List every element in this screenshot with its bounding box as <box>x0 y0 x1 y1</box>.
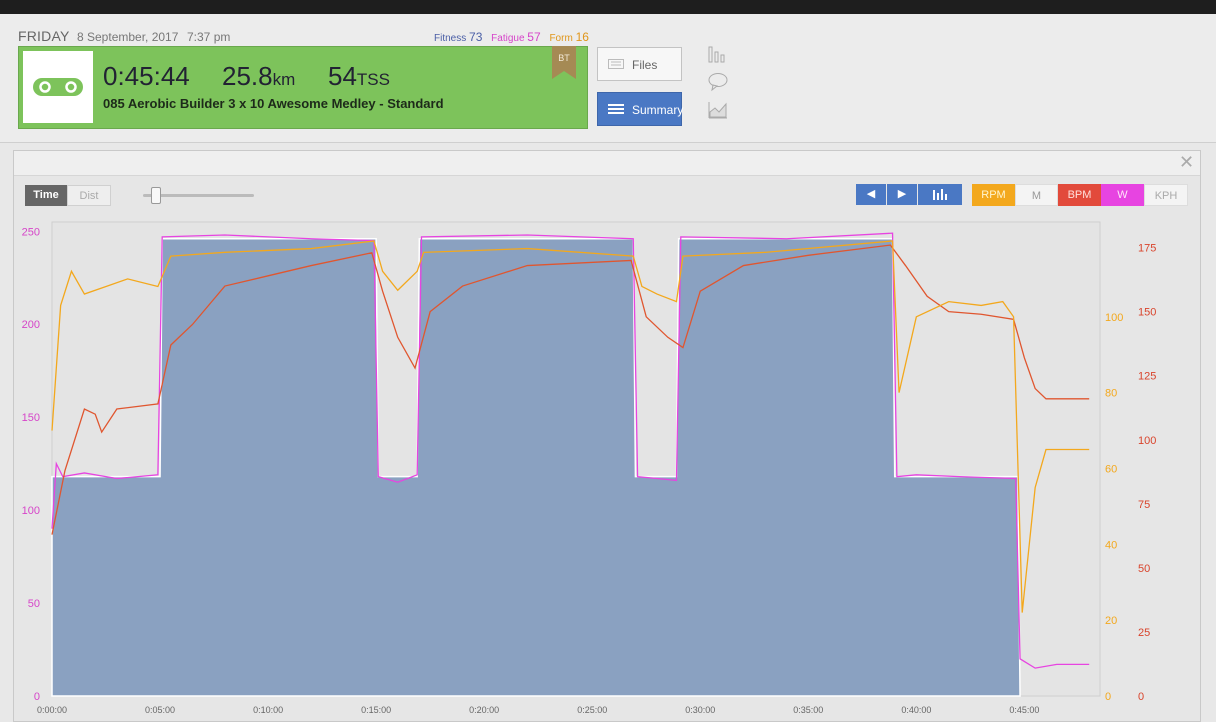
y-left-tick-label: 250 <box>22 226 40 238</box>
x-tick-label: 0:30:00 <box>685 705 715 715</box>
y-left-tick-label: 50 <box>28 598 40 610</box>
y-right-bpm-tick-label: 175 <box>1138 243 1156 255</box>
workout-chart[interactable]: 0:00:00 0:05:00 0:10:00 0:15:00 0:20:00 0:25:… <box>0 0 1216 716</box>
x-tick-label: 0:35:00 <box>793 705 823 715</box>
x-tick-label: 0:05:00 <box>145 705 175 715</box>
x-tick-label: 0:40:00 <box>901 705 931 715</box>
x-tick-label: 0:15:00 <box>361 705 391 715</box>
y-right-rpm-tick-label: 20 <box>1105 615 1117 627</box>
y-left-tick-label: 150 <box>22 412 40 424</box>
y-right-rpm-tick-label: 80 <box>1105 388 1117 400</box>
series-w-target-area <box>51 237 1021 697</box>
y-right-bpm-tick-label: 75 <box>1138 499 1150 511</box>
y-right-bpm-tick-label: 50 <box>1138 563 1150 575</box>
x-tick-label: 0:45:00 <box>1009 705 1039 715</box>
y-right-bpm-tick-label: 125 <box>1138 371 1156 383</box>
x-tick-label: 0:10:00 <box>253 705 283 715</box>
y-right-rpm-tick-label: 40 <box>1105 539 1117 551</box>
y-right-bpm-tick-label: 25 <box>1138 627 1150 639</box>
y-right-bpm-tick-label: 150 <box>1138 307 1156 319</box>
y-right-rpm-tick-label: 100 <box>1105 312 1123 324</box>
x-tick-label: 0:25:00 <box>577 705 607 715</box>
y-right-rpm-tick-label: 0 <box>1105 691 1111 703</box>
y-right-bpm-tick-label: 0 <box>1138 691 1144 703</box>
y-right-rpm-tick-label: 60 <box>1105 463 1117 475</box>
y-left-tick-label: 200 <box>22 319 40 331</box>
y-right-bpm-tick-label: 100 <box>1138 435 1156 447</box>
x-tick-label: 0:00:00 <box>37 705 67 715</box>
x-tick-label: 0:20:00 <box>469 705 499 715</box>
y-left-tick-label: 0 <box>34 691 40 703</box>
y-left-tick-label: 100 <box>22 505 40 517</box>
